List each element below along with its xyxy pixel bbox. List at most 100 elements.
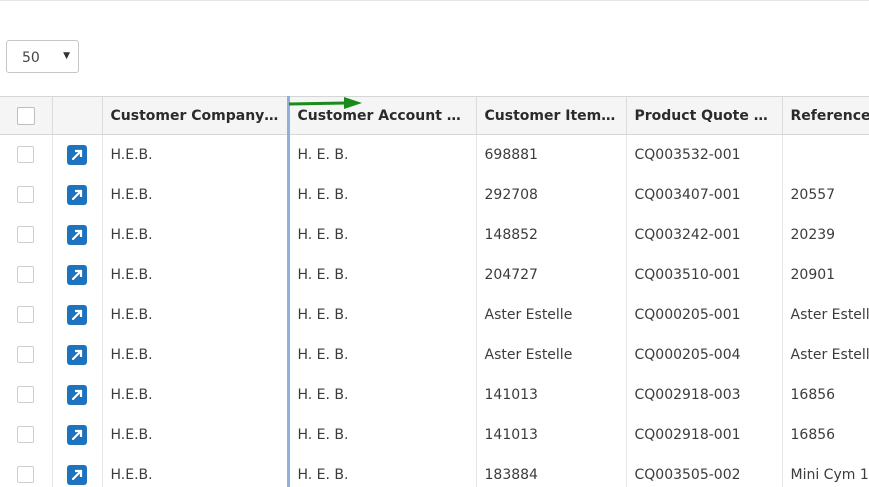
cell-product-quote: CQ003505-002 (626, 454, 783, 487)
header-open-cell (52, 96, 103, 135)
external-link-icon[interactable] (67, 304, 87, 325)
cell-customer-item: 141013 (476, 414, 627, 455)
row-select-checkbox[interactable] (17, 386, 35, 403)
external-link-icon[interactable] (67, 184, 87, 205)
cell-reference: Aster Estelle (782, 294, 869, 335)
grid-body: H.E.B. H. E. B. 698881 CQ003532-001 H.E.B. H.… (0, 134, 869, 487)
row-select-checkbox[interactable] (17, 426, 35, 443)
row-select-checkbox[interactable] (17, 466, 35, 483)
table-row[interactable]: H.E.B. H. E. B. Aster Estelle CQ000205-001 A… (0, 294, 869, 335)
cell-customer-company: H.E.B. (102, 334, 290, 375)
external-link-icon[interactable] (67, 424, 87, 445)
cell-customer-company: H.E.B. (102, 134, 290, 175)
cell-customer-item: 698881 (476, 134, 627, 175)
cell-reference: Aster Estelle (782, 334, 869, 375)
table-row[interactable]: H.E.B. H. E. B. 141013 CQ002918-001 16856 (0, 414, 869, 455)
table-row[interactable]: H.E.B. H. E. B. 141013 CQ002918-003 16856 (0, 374, 869, 415)
cell-reference: 20557 (782, 174, 869, 215)
cell-reference (782, 134, 869, 175)
row-open-cell (52, 334, 103, 375)
row-open-cell (52, 374, 103, 415)
cell-reference: 16856 (782, 374, 869, 415)
table-row[interactable]: H.E.B. H. E. B. 292708 CQ003407-001 20557 (0, 174, 869, 215)
cell-customer-company: H.E.B. (102, 374, 290, 415)
row-select-cell (0, 174, 53, 215)
column-header-customer-item[interactable]: Customer Item No (476, 96, 627, 135)
row-select-checkbox[interactable] (17, 346, 35, 363)
cell-customer-company: H.E.B. (102, 254, 290, 295)
row-select-checkbox[interactable] (17, 266, 35, 283)
cell-customer-account: H. E. B. (289, 134, 477, 175)
row-select-cell (0, 374, 53, 415)
cell-customer-account: H. E. B. (289, 374, 477, 415)
cell-product-quote: CQ000205-001 (626, 294, 783, 335)
row-select-cell (0, 294, 53, 335)
cell-reference: Mini Cym 14 (782, 454, 869, 487)
select-all-checkbox[interactable] (16, 106, 35, 125)
cell-customer-item: 141013 (476, 374, 627, 415)
column-resize-indicator[interactable] (287, 96, 290, 487)
cell-product-quote: CQ003407-001 (626, 174, 783, 215)
cell-customer-account: H. E. B. (289, 414, 477, 455)
external-link-icon[interactable] (67, 384, 87, 405)
row-select-checkbox[interactable] (17, 226, 35, 243)
chevron-down-icon: ▼ (63, 51, 70, 61)
row-open-cell (52, 254, 103, 295)
row-open-cell (52, 214, 103, 255)
cell-customer-account: H. E. B. (289, 214, 477, 255)
data-grid: Customer Company Name Customer Account N… (0, 96, 869, 487)
external-link-icon[interactable] (67, 344, 87, 365)
table-row[interactable]: H.E.B. H. E. B. 148852 CQ003242-001 20239 (0, 214, 869, 255)
cell-customer-company: H.E.B. (102, 214, 290, 255)
cell-customer-item: 148852 (476, 214, 627, 255)
row-open-cell (52, 454, 103, 487)
cell-customer-item: 204727 (476, 254, 627, 295)
cell-product-quote: CQ003510-001 (626, 254, 783, 295)
table-row[interactable]: H.E.B. H. E. B. 698881 CQ003532-001 (0, 134, 869, 175)
page-size-value: 50 (22, 50, 40, 66)
cell-product-quote: CQ000205-004 (626, 334, 783, 375)
header-select-cell (0, 96, 53, 135)
cell-customer-account: H. E. B. (289, 334, 477, 375)
row-open-cell (52, 294, 103, 335)
cell-customer-account: H. E. B. (289, 454, 477, 487)
cell-product-quote: CQ003242-001 (626, 214, 783, 255)
table-row[interactable]: H.E.B. H. E. B. Aster Estelle CQ000205-004 A… (0, 334, 869, 375)
cell-product-quote: CQ002918-001 (626, 414, 783, 455)
top-divider (0, 0, 869, 1)
row-select-checkbox[interactable] (17, 146, 35, 164)
page: 50 ▼ Customer Company Name Customer Acco… (0, 0, 869, 487)
row-select-cell (0, 134, 53, 175)
external-link-icon[interactable] (67, 264, 87, 285)
row-select-checkbox[interactable] (17, 306, 35, 323)
cell-customer-company: H.E.B. (102, 294, 290, 335)
row-open-cell (52, 414, 103, 455)
row-select-cell (0, 334, 53, 375)
row-select-cell (0, 454, 53, 487)
table-row[interactable]: H.E.B. H. E. B. 183884 CQ003505-002 Mini Cym… (0, 454, 869, 487)
column-header-reference[interactable]: Reference (782, 96, 869, 135)
external-link-icon[interactable] (67, 464, 87, 485)
cell-customer-account: H. E. B. (289, 254, 477, 295)
cell-customer-item: Aster Estelle (476, 294, 627, 335)
row-select-cell (0, 414, 53, 455)
row-select-checkbox[interactable] (17, 186, 35, 203)
column-header-product-quote[interactable]: Product Quote No (626, 96, 783, 135)
cell-customer-company: H.E.B. (102, 454, 290, 487)
row-select-cell (0, 254, 53, 295)
external-link-icon[interactable] (67, 224, 87, 245)
cell-product-quote: CQ002918-003 (626, 374, 783, 415)
cell-customer-item: 183884 (476, 454, 627, 487)
row-open-cell (52, 174, 103, 215)
page-size-select[interactable]: 50 ▼ (6, 40, 79, 73)
column-header-customer-company[interactable]: Customer Company Name (102, 96, 290, 135)
row-select-cell (0, 214, 53, 255)
cell-reference: 20901 (782, 254, 869, 295)
right-arrow-icon (288, 97, 362, 109)
cell-customer-company: H.E.B. (102, 174, 290, 215)
table-row[interactable]: H.E.B. H. E. B. 204727 CQ003510-001 20901 (0, 254, 869, 295)
cell-reference: 20239 (782, 214, 869, 255)
header-row: Customer Company Name Customer Account N… (0, 96, 869, 135)
cell-customer-account: H. E. B. (289, 174, 477, 215)
external-link-icon[interactable] (67, 144, 87, 165)
